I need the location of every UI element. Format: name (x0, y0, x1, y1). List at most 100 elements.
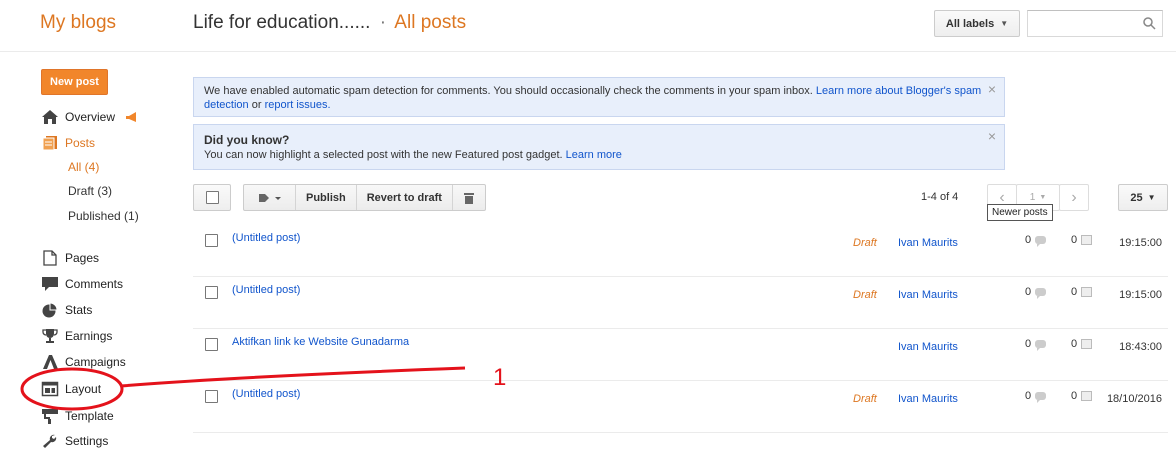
sidebar-subitem-published[interactable]: Published (1) (68, 207, 139, 225)
home-icon (42, 110, 58, 124)
sidebar-item-earnings[interactable]: Earnings (41, 326, 112, 346)
select-all-checkbox[interactable] (205, 191, 219, 204)
chart-icon (1081, 287, 1093, 297)
sidebar-item-posts[interactable]: Posts (41, 133, 95, 153)
table-row[interactable]: (Untitled post) Draft Ivan Maurits 0 0 1… (193, 277, 1168, 329)
wrench-icon (43, 434, 57, 448)
post-author-link[interactable]: Ivan Maurits (898, 393, 958, 405)
post-views: 0 (1071, 286, 1093, 298)
trophy-icon (42, 329, 58, 343)
report-issues-link[interactable]: report issues. (265, 99, 331, 111)
sidebar-item-comments[interactable]: Comments (41, 274, 123, 294)
sidebar-item-label: Pages (65, 251, 100, 265)
view-count: 0 (1071, 338, 1078, 350)
post-author-link[interactable]: Ivan Maurits (898, 341, 958, 353)
sidebar-item-label: Stats (65, 303, 93, 317)
post-checkbox[interactable] (205, 390, 218, 403)
close-icon[interactable]: × (988, 129, 996, 143)
chevron-down-icon: ▼ (1000, 19, 1009, 28)
post-status: Draft (853, 289, 877, 301)
comment-count: 0 (1025, 338, 1032, 350)
sidebar-item-label: Posts (65, 136, 96, 150)
post-comments[interactable]: 0 (1025, 286, 1047, 299)
posts-per-page-dropdown[interactable]: 25 ▼ (1118, 184, 1168, 211)
sidebar-item-label: Campaigns (65, 355, 126, 369)
comment-count: 0 (1025, 390, 1032, 402)
sidebar-item-pages[interactable]: Pages (41, 248, 99, 268)
comment-icon (1035, 392, 1047, 403)
post-comments[interactable]: 0 (1025, 338, 1047, 351)
page-number: 1 (1029, 192, 1036, 203)
publish-button[interactable]: Publish (296, 185, 357, 210)
template-icon (42, 409, 58, 424)
annotation-number: 1 (493, 364, 507, 391)
spam-detection-notice: We have enabled automatic spam detection… (193, 77, 1005, 117)
close-icon[interactable]: × (988, 82, 996, 96)
table-row[interactable]: (Untitled post) Draft Ivan Maurits 0 0 1… (193, 225, 1168, 277)
megaphone-icon (126, 112, 137, 122)
search-icon[interactable] (1142, 16, 1156, 30)
comment-icon (1035, 288, 1047, 299)
trash-icon (463, 192, 474, 204)
all-labels-label: All labels (945, 17, 995, 30)
sidebar-item-label: Comments (65, 277, 124, 291)
search-input[interactable] (1027, 10, 1163, 37)
post-title-link[interactable]: (Untitled post) (232, 388, 300, 400)
post-author-link[interactable]: Ivan Maurits (898, 289, 958, 301)
post-title-link[interactable]: (Untitled post) (232, 284, 300, 296)
post-views: 0 (1071, 338, 1093, 350)
chart-icon (1081, 235, 1093, 245)
sidebar-subitem-draft[interactable]: Draft (3) (68, 182, 112, 200)
tip-title: Did you know? (204, 133, 290, 147)
comment-count: 0 (1025, 286, 1032, 298)
post-time: 19:15:00 (1119, 237, 1162, 249)
my-blogs-link[interactable]: My blogs (40, 12, 116, 34)
revert-to-draft-button[interactable]: Revert to draft (357, 185, 453, 210)
comment-icon (1035, 236, 1047, 247)
tip-text: You can now highlight a selected post wi… (204, 149, 563, 161)
select-all-dropdown[interactable] (193, 184, 231, 211)
sidebar-item-label: Layout (65, 382, 102, 396)
post-time: 18:43:00 (1119, 341, 1162, 353)
sidebar-item-template[interactable]: Template (41, 406, 114, 426)
spam-or-text: or (251, 99, 262, 111)
post-comments[interactable]: 0 (1025, 390, 1047, 403)
new-post-button[interactable]: New post (41, 69, 108, 95)
post-comments[interactable]: 0 (1025, 234, 1047, 247)
post-checkbox[interactable] (205, 234, 218, 247)
post-status: Draft (853, 393, 877, 405)
stats-icon (42, 302, 58, 318)
sidebar-item-stats[interactable]: Stats (41, 300, 92, 320)
post-views: 0 (1071, 390, 1093, 402)
post-checkbox[interactable] (205, 286, 218, 299)
sidebar-item-label: Template (65, 409, 114, 423)
blog-title[interactable]: Life for education...... (193, 12, 370, 33)
comment-count: 0 (1025, 234, 1032, 246)
sidebar-item-campaigns[interactable]: Campaigns (41, 352, 126, 372)
post-author-link[interactable]: Ivan Maurits (898, 237, 958, 249)
post-actions-toolbar: Publish Revert to draft (243, 184, 486, 211)
section-title: All posts (394, 12, 467, 33)
all-labels-dropdown[interactable]: All labels ▼ (934, 10, 1020, 37)
post-time: 18/10/2016 (1106, 393, 1162, 405)
table-row[interactable]: (Untitled post) Draft Ivan Maurits 0 0 1… (193, 381, 1168, 433)
title-separator: · (379, 12, 387, 33)
chevron-right-icon: › (1071, 188, 1077, 206)
tip-learn-more-link[interactable]: Learn more (566, 149, 622, 161)
table-row[interactable]: Aktifkan link ke Website Gunadarma Ivan … (193, 329, 1168, 381)
sidebar-item-settings[interactable]: Settings (41, 431, 108, 450)
post-title-link[interactable]: (Untitled post) (232, 232, 300, 244)
post-time: 19:15:00 (1119, 289, 1162, 301)
older-posts-button[interactable]: › (1059, 184, 1089, 211)
sidebar-item-overview[interactable]: Overview (41, 107, 139, 127)
delete-button[interactable] (453, 185, 485, 210)
tag-icon (258, 193, 281, 202)
post-title-link[interactable]: Aktifkan link ke Website Gunadarma (232, 336, 409, 348)
post-checkbox[interactable] (205, 338, 218, 351)
sidebar-item-label: Settings (65, 434, 109, 448)
sidebar-item-label: Earnings (65, 329, 113, 343)
sidebar-subitem-all[interactable]: All (4) (68, 158, 99, 176)
chevron-down-icon: ▼ (1147, 193, 1156, 202)
label-dropdown-button[interactable] (244, 185, 296, 210)
sidebar-item-layout[interactable]: Layout (41, 379, 101, 399)
